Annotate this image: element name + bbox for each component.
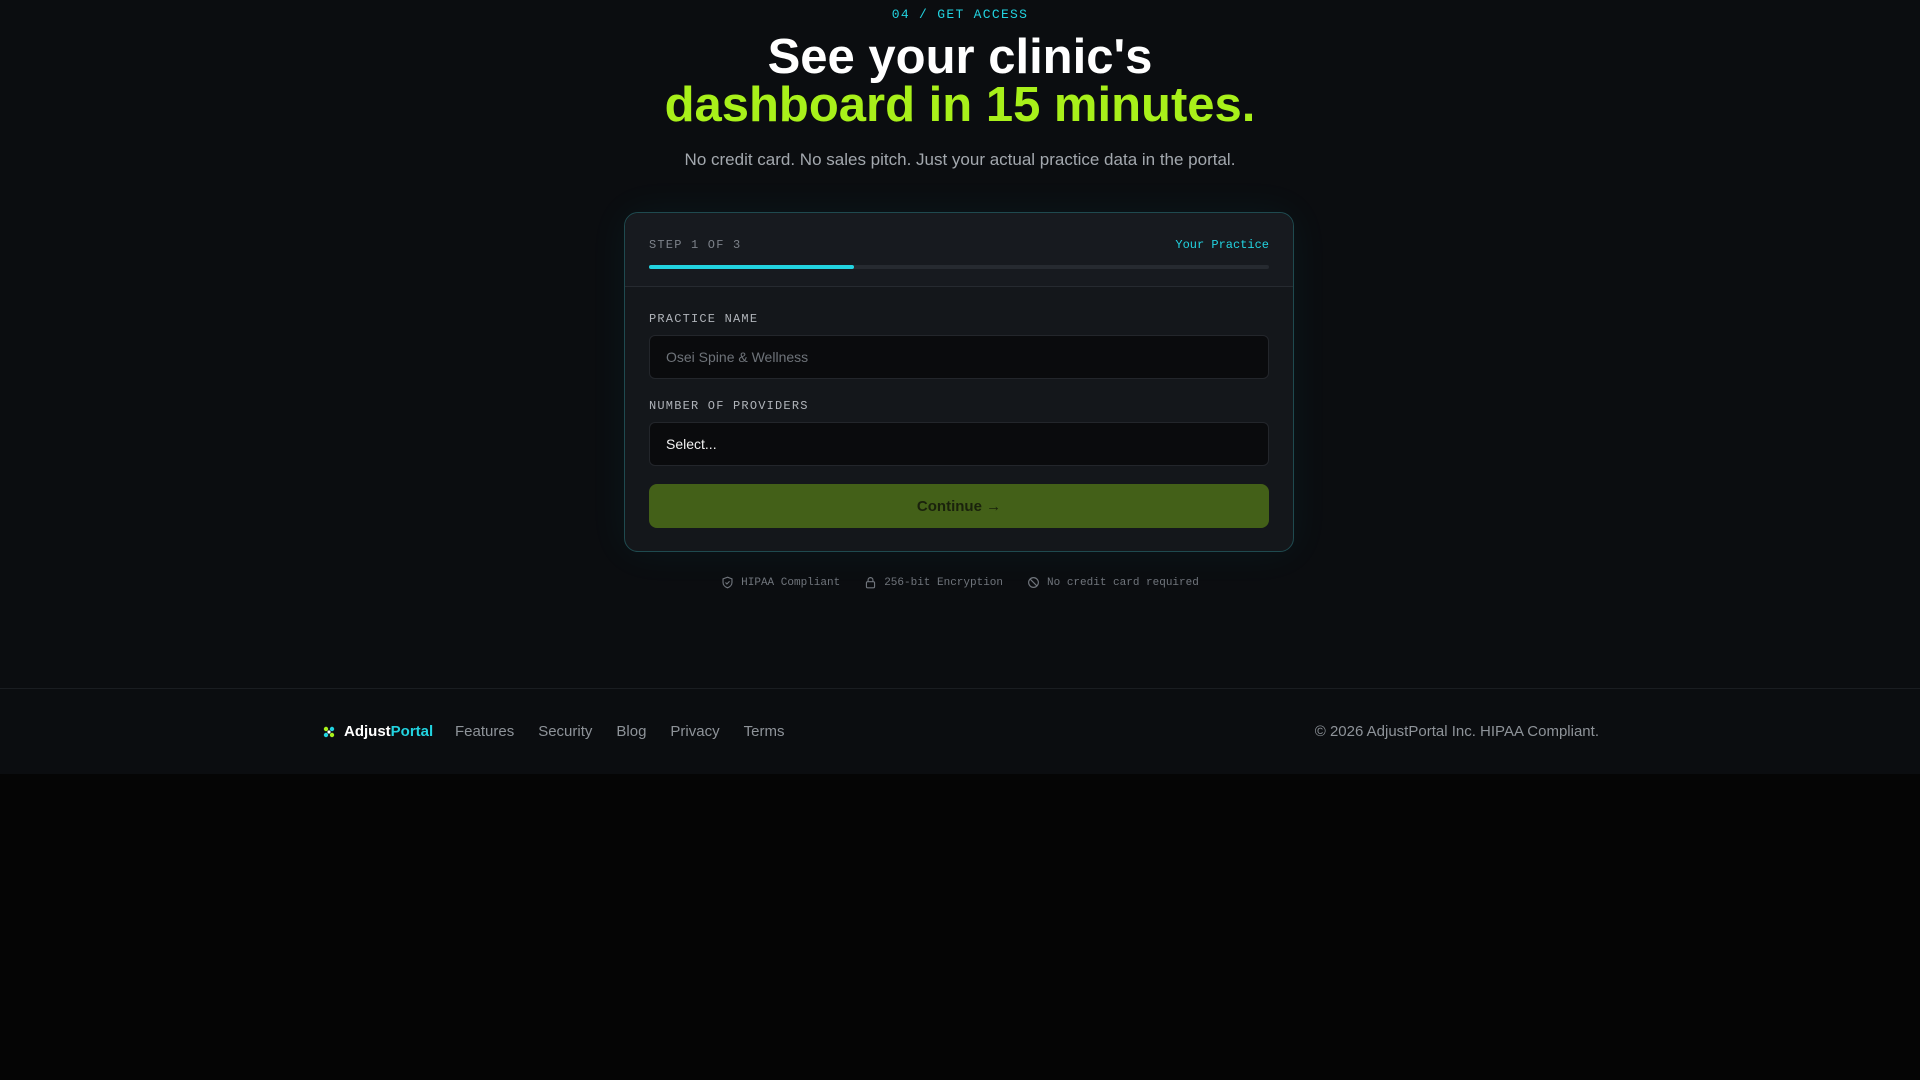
trust-badge-hipaa: HIPAA Compliant	[721, 576, 840, 589]
signup-form-card: STEP 1 OF 3 Your Practice PRACTICE NAME …	[624, 212, 1294, 552]
form-step-header: STEP 1 OF 3 Your Practice	[625, 213, 1293, 287]
headline-line-1: See your clinic's	[767, 30, 1153, 84]
step-progress-bar	[649, 265, 1269, 269]
shield-icon	[722, 576, 733, 589]
page-headline: See your clinic's dashboard in 15 minute…	[0, 30, 1920, 132]
brand-name-part-1: Adjust	[344, 723, 391, 740]
footer-link-privacy[interactable]: Privacy	[670, 723, 719, 740]
step-counter: STEP 1 OF 3	[649, 238, 742, 252]
footer-link-security[interactable]: Security	[538, 723, 592, 740]
headline-line-2: dashboard in 15 minutes.	[664, 78, 1256, 132]
trust-label: HIPAA Compliant	[741, 576, 841, 589]
footer-logo[interactable]: AdjustPortal	[322, 723, 433, 740]
footer-link-terms[interactable]: Terms	[744, 723, 785, 740]
page-subheading: No credit card. No sales pitch. Just you…	[684, 150, 1236, 169]
trust-label: No credit card required	[1047, 576, 1199, 589]
trust-badge-no-card: No credit card required	[1027, 576, 1199, 589]
footer-nav: Features Security Blog Privacy Terms	[455, 723, 784, 740]
no-card-icon	[1028, 577, 1039, 588]
step-title: Your Practice	[1175, 238, 1269, 252]
practice-name-label: PRACTICE NAME	[649, 312, 759, 326]
providers-select[interactable]: Select...	[649, 422, 1269, 466]
step-progress-fill	[649, 265, 854, 269]
continue-button[interactable]: Continue →	[649, 484, 1269, 528]
get-access-section: 04 / GET ACCESS See your clinic's dashbo…	[0, 0, 1920, 688]
providers-label: NUMBER OF PROVIDERS	[649, 399, 809, 413]
brand-name: AdjustPortal	[344, 723, 433, 740]
brand-logo-icon	[323, 726, 335, 737]
section-eyebrow: 04 / GET ACCESS	[891, 7, 1029, 22]
practice-name-input[interactable]: Osei Spine & Wellness	[649, 335, 1269, 379]
brand-name-part-2: Portal	[390, 723, 434, 740]
footer-link-blog[interactable]: Blog	[616, 723, 646, 740]
footer-link-features[interactable]: Features	[455, 723, 514, 740]
copyright-text: © 2026 AdjustPortal Inc. HIPAA Compliant…	[1314, 723, 1599, 740]
site-footer: AdjustPortal Features Security Blog Priv…	[0, 688, 1920, 774]
trust-badges: HIPAA Compliant 256-bit Encryption No cr…	[0, 576, 1920, 589]
trust-badge-encryption: 256-bit Encryption	[864, 576, 1003, 589]
lock-icon	[866, 577, 876, 589]
trust-label: 256-bit Encryption	[884, 576, 1004, 589]
